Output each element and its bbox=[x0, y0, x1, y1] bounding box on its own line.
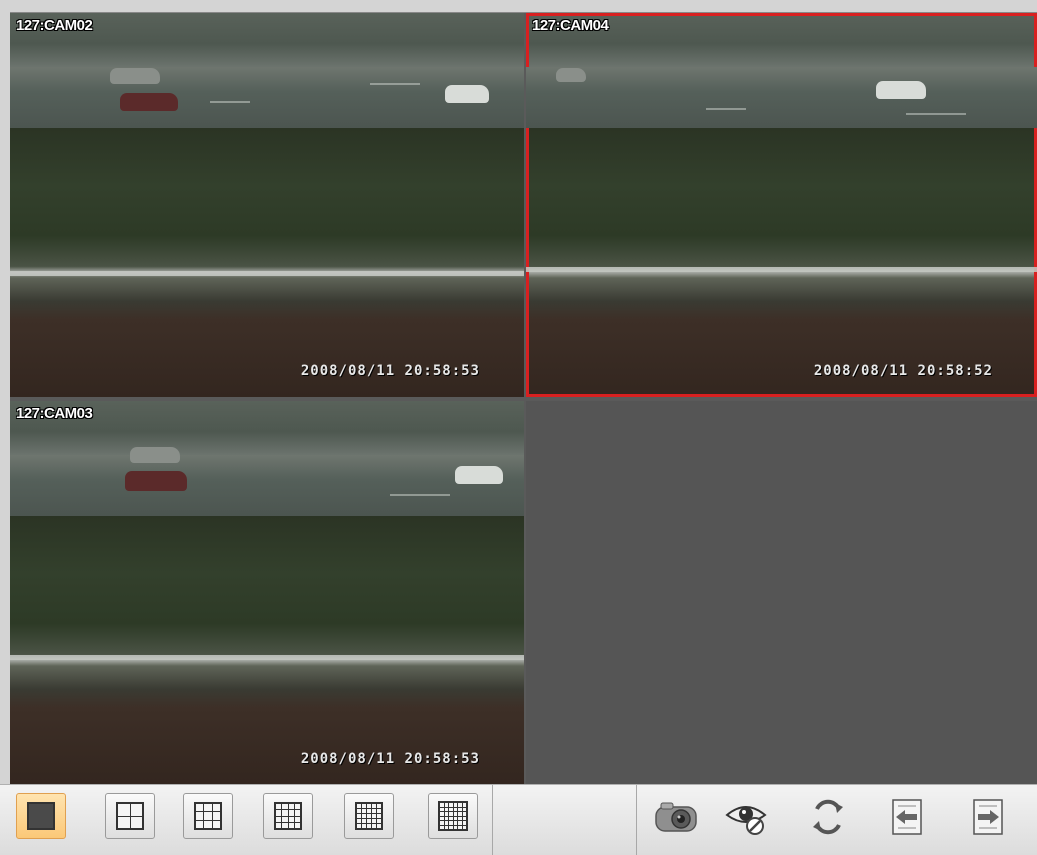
timestamp: 2008/08/11 20:58:53 bbox=[300, 751, 480, 767]
layout-3x3-button[interactable] bbox=[183, 793, 233, 839]
layout-5x5-button[interactable] bbox=[344, 793, 394, 839]
grid-6x6-icon bbox=[438, 801, 468, 831]
lane-marking bbox=[370, 83, 420, 85]
camera-snapshot-icon bbox=[655, 802, 697, 832]
timestamp: 2008/08/11 20:58:53 bbox=[300, 363, 480, 379]
road-background bbox=[526, 66, 1037, 129]
grid-3x3-icon bbox=[194, 802, 222, 830]
refresh-cycle-icon bbox=[813, 799, 843, 835]
lane-marking bbox=[706, 108, 746, 110]
grid-4x4-icon bbox=[274, 802, 302, 830]
car bbox=[125, 471, 187, 491]
guard-rail bbox=[10, 271, 524, 276]
camera-label: 127:CAM03 bbox=[16, 405, 93, 422]
toolbar-divider bbox=[492, 785, 493, 855]
single-view-icon bbox=[27, 802, 55, 830]
video-pane-cam02[interactable]: 127:CAM02 2008/08/11 20:58:53 bbox=[10, 13, 524, 397]
layout-4x4-button[interactable] bbox=[263, 793, 313, 839]
car bbox=[455, 466, 503, 484]
snapshot-button[interactable] bbox=[652, 795, 700, 839]
car bbox=[120, 93, 178, 111]
camera-viewer: 127:CAM02 2008/08/11 20:58:53 127:CAM04 … bbox=[0, 0, 1037, 855]
car bbox=[110, 68, 160, 84]
toolbar-divider bbox=[636, 785, 637, 855]
camera-label: 127:CAM02 bbox=[16, 17, 93, 34]
grid-2x2-icon bbox=[116, 802, 144, 830]
grid-5x5-icon bbox=[355, 802, 383, 830]
lane-marking bbox=[210, 101, 250, 103]
lane-marking bbox=[906, 113, 966, 115]
guard-rail bbox=[10, 655, 524, 660]
bottom-toolbar bbox=[0, 784, 1037, 855]
timestamp: 2008/08/11 20:58:52 bbox=[813, 363, 993, 379]
video-pane-cam04[interactable]: 127:CAM04 2008/08/11 20:58:52 bbox=[526, 13, 1037, 397]
video-pane-cam03[interactable]: 127:CAM03 2008/08/11 20:58:53 bbox=[10, 401, 524, 785]
guard-rail bbox=[526, 267, 1037, 272]
car bbox=[876, 81, 926, 99]
video-grid: 127:CAM02 2008/08/11 20:58:53 127:CAM04 … bbox=[10, 12, 1037, 785]
car bbox=[130, 447, 180, 463]
previous-page-button[interactable] bbox=[883, 795, 931, 839]
car bbox=[445, 85, 489, 103]
layout-2x2-button[interactable] bbox=[105, 793, 155, 839]
empty-video-pane[interactable] bbox=[526, 401, 1037, 785]
camera-label: 127:CAM04 bbox=[532, 17, 609, 34]
road-background bbox=[10, 454, 524, 517]
eye-hide-icon bbox=[725, 806, 767, 835]
lane-marking bbox=[390, 494, 450, 496]
refresh-button[interactable] bbox=[804, 795, 852, 839]
layout-1x1-button[interactable] bbox=[16, 793, 66, 839]
next-page-button[interactable] bbox=[964, 795, 1012, 839]
next-page-icon bbox=[973, 799, 1003, 835]
previous-page-icon bbox=[892, 799, 922, 835]
car bbox=[556, 68, 586, 82]
hide-view-button[interactable] bbox=[722, 795, 770, 839]
layout-6x6-button[interactable] bbox=[428, 793, 478, 839]
